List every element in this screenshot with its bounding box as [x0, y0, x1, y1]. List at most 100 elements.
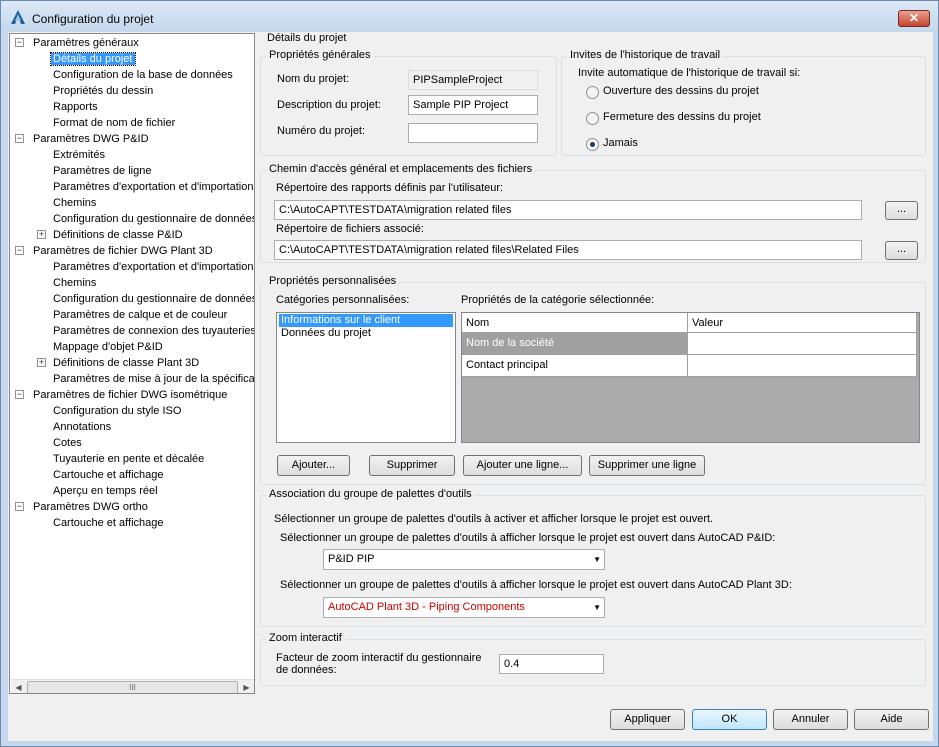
tree-item-label: Configuration du style ISO — [53, 405, 182, 417]
reports-directory-label: Répertoire des rapports définis par l'ut… — [276, 182, 504, 194]
tree-item[interactable]: Cartouche et affichage — [53, 467, 163, 483]
property-name-cell[interactable]: Contact principal — [462, 355, 688, 377]
tree-item[interactable]: Mappage d'objet P&ID — [53, 339, 163, 355]
tree-item[interactable]: Aperçu en temps réel — [53, 483, 158, 499]
property-value-cell[interactable] — [688, 333, 917, 355]
plant-palette-value: AutoCAD Plant 3D - Piping Components — [328, 601, 525, 613]
tree-item[interactable]: Chemins — [53, 275, 96, 291]
close-button[interactable]: ✕ — [898, 10, 930, 27]
chevron-down-icon: ▼ — [593, 603, 601, 612]
tree-item-label: Rapports — [53, 101, 98, 113]
tree-item-label: Chemins — [53, 277, 97, 289]
plant-palette-dropdown[interactable]: AutoCAD Plant 3D - Piping Components ▼ — [323, 597, 605, 618]
reports-directory-field[interactable]: C:\AutoCAPT\TESTDATA\migration related f… — [274, 200, 862, 220]
tree-item-label: Propriétés du dessin — [53, 85, 154, 97]
tree-item[interactable]: Format de nom de fichier — [53, 115, 175, 131]
scroll-right-icon[interactable]: ▶ — [239, 680, 254, 693]
tree-item[interactable]: Configuration du gestionnaire de données — [53, 211, 254, 227]
project-description-field[interactable]: Sample PIP Project — [408, 95, 538, 115]
expand-icon[interactable]: + — [37, 358, 46, 367]
cancel-button[interactable]: Annuler — [773, 709, 848, 730]
tree-item[interactable]: Propriétés du dessin — [53, 83, 153, 99]
tree-horizontal-scrollbar[interactable]: ◀ III ▶ — [11, 679, 254, 693]
pid-palette-dropdown[interactable]: P&ID PIP ▼ — [323, 549, 605, 570]
tree-item[interactable]: Configuration du style ISO — [53, 403, 181, 419]
tree-item-label: Paramètres de ligne — [53, 165, 152, 177]
tree-item[interactable]: Configuration du gestionnaire de données — [53, 291, 254, 307]
settings-tree[interactable]: − Paramètres généraux Détails du projet Con… — [9, 33, 255, 694]
radio-2[interactable] — [586, 112, 599, 125]
scroll-thumb[interactable]: III — [27, 681, 238, 693]
tree-item[interactable]: Rapports — [53, 99, 98, 115]
radio-1[interactable] — [586, 86, 599, 99]
radio-label[interactable]: Jamais — [603, 137, 638, 149]
close-icon: ✕ — [908, 11, 920, 25]
tree-item[interactable]: Cartouche et affichage — [53, 515, 163, 531]
tree-item[interactable]: Annotations — [53, 419, 111, 435]
tree-item[interactable]: Chemins — [53, 195, 96, 211]
scroll-left-icon[interactable]: ◀ — [11, 680, 26, 693]
window-title: Configuration du projet — [32, 12, 154, 26]
radio-3[interactable] — [586, 138, 599, 151]
autocad-app-icon — [11, 10, 25, 24]
tree-item[interactable]: Paramètres DWG P&ID — [33, 131, 149, 147]
tree-item[interactable]: Paramètres DWG ortho — [33, 499, 148, 515]
column-header[interactable]: Valeur — [688, 313, 917, 333]
tree-item[interactable]: Paramètres d'exportation et d'importatio… — [53, 179, 253, 195]
tree-item[interactable]: Extrémités — [53, 147, 105, 163]
collapse-icon[interactable]: − — [15, 390, 24, 399]
project-name-field[interactable]: PIPSampleProject — [408, 70, 538, 90]
custom-categories-list[interactable]: Informations sur le client Données du pro… — [276, 312, 456, 443]
column-header[interactable]: Nom — [462, 313, 688, 333]
tree-item[interactable]: Configuration de la base de données — [53, 67, 233, 83]
tree-item-label: Paramètres de connexion des tuyauteries — [53, 325, 255, 337]
tree-item[interactable]: Tuyauterie en pente et décalée — [53, 451, 204, 467]
browse-reports-button[interactable]: ... — [885, 201, 918, 220]
collapse-icon[interactable]: − — [15, 38, 24, 47]
tree-item[interactable]: Définitions de classe Plant 3D — [53, 355, 199, 371]
tree-item[interactable]: Paramètres de fichier DWG isométrique — [33, 387, 227, 403]
category-item[interactable]: Informations sur le client — [279, 314, 453, 327]
help-button[interactable]: Aide — [854, 709, 929, 730]
tree-item-label: Cartouche et affichage — [53, 517, 164, 529]
delete-row-button[interactable]: Supprimer une ligne — [589, 455, 705, 476]
tree-item-label: Format de nom de fichier — [53, 117, 176, 129]
collapse-icon[interactable]: − — [15, 134, 24, 143]
tree-item[interactable]: Paramètres d'exportation et d'importatio… — [53, 259, 253, 275]
zoom-factor-field[interactable]: 0.4 — [499, 654, 604, 674]
tree-item[interactable]: Définitions de classe P&ID — [53, 227, 183, 243]
tree-item[interactable]: Paramètres de connexion des tuyauteries — [53, 323, 255, 339]
tree-item[interactable]: Détails du projet — [50, 51, 136, 67]
associated-files-field[interactable]: C:\AutoCAPT\TESTDATA\migration related f… — [274, 240, 862, 260]
browse-associated-button[interactable]: ... — [885, 241, 918, 260]
tree-item[interactable]: Paramètres généraux — [33, 35, 139, 51]
delete-category-button[interactable]: Supprimer — [369, 455, 455, 476]
tree-item[interactable]: Cotes — [53, 435, 82, 451]
associated-files-label: Répertoire de fichiers associé: — [276, 223, 424, 235]
palette-intro-text: Sélectionner un groupe de palettes d'out… — [274, 513, 714, 525]
category-properties-label: Propriétés de la catégorie sélectionnée: — [461, 294, 655, 306]
property-name-cell[interactable]: Nom de la société — [462, 333, 688, 355]
project-number-field[interactable] — [408, 123, 538, 143]
apply-button[interactable]: Appliquer — [610, 709, 685, 730]
title-bar[interactable]: Configuration du projet ✕ — [1, 1, 938, 33]
add-row-button[interactable]: Ajouter une ligne... — [463, 455, 582, 476]
radio-label[interactable]: Fermeture des dessins du projet — [603, 111, 761, 123]
property-value-cell[interactable] — [688, 355, 917, 377]
tree-item-label: Cotes — [53, 437, 82, 449]
expand-icon[interactable]: + — [37, 230, 46, 239]
ok-button[interactable]: OK — [692, 709, 767, 730]
category-properties-grid[interactable]: Nom Valeur Nom de la société Contact princi… — [461, 312, 920, 443]
tree-item[interactable]: Paramètres de calque et de couleur — [53, 307, 227, 323]
radio-label[interactable]: Ouverture des dessins du projet — [603, 85, 759, 97]
group-title: Propriétés personnalisées — [266, 275, 400, 287]
tree-item[interactable]: Paramètres de fichier DWG Plant 3D — [33, 243, 213, 259]
category-item[interactable]: Données du projet — [279, 327, 373, 340]
collapse-icon[interactable]: − — [15, 502, 24, 511]
add-category-button[interactable]: Ajouter... — [277, 455, 350, 476]
tree-item[interactable]: Paramètres de ligne — [53, 163, 151, 179]
page-title: Détails du projet — [267, 32, 347, 44]
tree-item-label: Configuration de la base de données — [53, 69, 233, 81]
collapse-icon[interactable]: − — [15, 246, 24, 255]
tree-item[interactable]: Paramètres de mise à jour de la spécific… — [53, 371, 254, 387]
